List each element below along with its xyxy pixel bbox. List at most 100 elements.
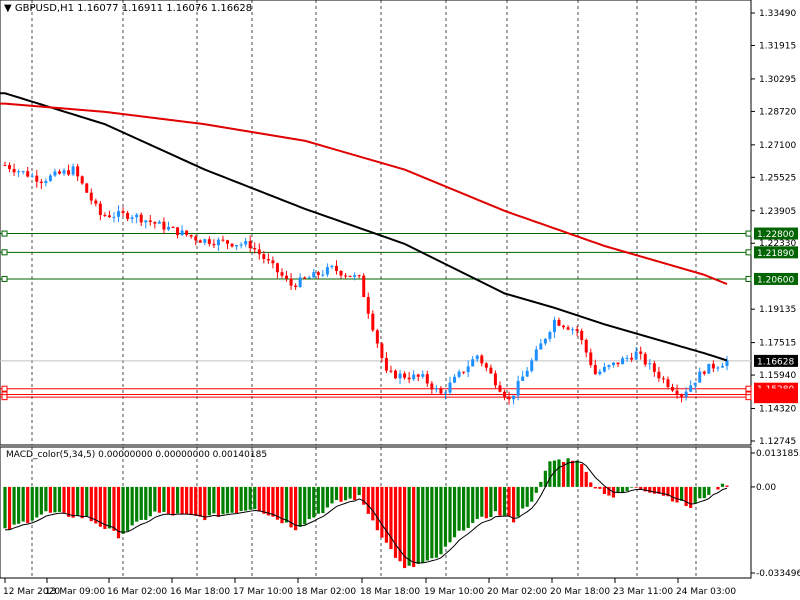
macd-histogram-bar xyxy=(462,486,466,531)
macd-histogram-bar xyxy=(471,486,475,523)
macd-histogram-bar xyxy=(457,486,461,531)
candle-body xyxy=(489,367,493,374)
macd-histogram-bar xyxy=(121,486,125,534)
macd-histogram-bar xyxy=(76,486,80,516)
macd-histogram-bar xyxy=(343,486,348,501)
candle-body xyxy=(8,165,12,170)
macd-histogram-bar xyxy=(684,486,688,507)
macd-histogram-bar xyxy=(475,486,479,519)
macd-histogram-bar xyxy=(39,486,43,515)
candle-body xyxy=(76,166,80,177)
candle-body xyxy=(443,392,447,394)
macd-histogram-bar xyxy=(294,486,298,531)
macd-histogram-bar xyxy=(707,486,711,495)
candle-body xyxy=(117,211,121,217)
macd-histogram-bar xyxy=(639,486,643,490)
candle-body xyxy=(652,363,656,372)
candle-body xyxy=(557,319,561,326)
macd-histogram-bar xyxy=(203,486,207,521)
candle-body xyxy=(157,221,161,224)
candle-body xyxy=(684,391,688,397)
macd-histogram-bar xyxy=(598,486,602,489)
candle-body xyxy=(126,212,130,219)
macd-histogram-bar xyxy=(371,486,375,521)
candle-body xyxy=(94,200,98,204)
candle-body xyxy=(657,371,661,379)
candle-body xyxy=(375,330,379,344)
macd-histogram-bar xyxy=(12,486,16,525)
macd-histogram-bar xyxy=(516,486,520,517)
macd-histogram-bar xyxy=(393,486,398,558)
macd-histogram-bar xyxy=(412,486,416,567)
macd-histogram-bar xyxy=(307,486,311,519)
macd-histogram-bar xyxy=(593,486,597,489)
candle-body xyxy=(135,214,139,218)
collapse-triangle-icon[interactable]: ▼ xyxy=(4,3,12,14)
macd-histogram-bar xyxy=(384,486,389,543)
candle-body xyxy=(312,272,316,278)
macd-histogram-bar xyxy=(530,486,534,502)
candle-body xyxy=(639,351,643,354)
candle-body xyxy=(353,275,357,277)
candle-body xyxy=(539,343,543,350)
line-handle xyxy=(745,249,752,256)
low-value: 1.16076 xyxy=(166,3,208,14)
macd-histogram-bar xyxy=(71,486,75,518)
macd-histogram-bar xyxy=(602,486,606,494)
candle-body xyxy=(425,374,429,384)
price-tick-label: 1.23905 xyxy=(759,207,796,217)
macd-histogram-bar xyxy=(675,486,679,503)
candle-body xyxy=(103,215,107,217)
candle-body xyxy=(166,227,170,230)
candle-body xyxy=(575,329,579,331)
macd-histogram-bar xyxy=(157,486,161,513)
candle-body xyxy=(71,166,75,175)
macd-histogram-bar xyxy=(144,486,148,520)
candle-body xyxy=(589,352,593,366)
macd-histogram-bar xyxy=(298,486,302,527)
macd-histogram-bar xyxy=(484,486,488,519)
candle-body xyxy=(416,374,420,377)
candle-body xyxy=(671,387,675,391)
candle-body xyxy=(176,227,180,236)
candle-body xyxy=(189,234,193,237)
chart-title: ▼ GBPUSD,H1 1.16077 1.16911 1.16076 1.16… xyxy=(4,3,252,14)
macd-histogram-bar xyxy=(180,486,184,515)
candle-body xyxy=(271,260,275,264)
candle-body xyxy=(303,277,307,279)
price-tick-label: 1.31915 xyxy=(759,41,796,51)
macd-histogram-bar xyxy=(135,486,139,522)
candle-body xyxy=(307,277,311,279)
candle-body xyxy=(493,373,497,386)
candle-body xyxy=(121,211,125,213)
candle-body xyxy=(412,374,416,380)
price-tick-label: 1.27100 xyxy=(759,141,796,151)
time-label: 13 Mar 09:00 xyxy=(45,587,105,597)
macd-histogram-bar xyxy=(325,486,330,508)
open-value: 1.16077 xyxy=(77,3,119,14)
macd-histogram-bar xyxy=(148,486,152,517)
macd-histogram-bar xyxy=(107,486,112,529)
macd-histogram-bar xyxy=(534,486,538,493)
candle-body xyxy=(57,171,61,174)
macd-histogram-bar xyxy=(166,486,171,514)
candle-body xyxy=(711,363,715,369)
candle-body xyxy=(502,391,506,398)
price-tick-label: 1.33490 xyxy=(759,9,796,19)
chart-window[interactable]: 1.33490 1.31915 1.30295 1.28720 1.27100 1.255… xyxy=(0,0,800,600)
price-tick-label: 1.17515 xyxy=(759,339,796,349)
macd-histogram-bar xyxy=(194,486,198,516)
macd-histogram-bar xyxy=(425,486,429,561)
macd-histogram-bar xyxy=(53,486,57,513)
chart-canvas[interactable]: 1.33490 1.31915 1.30295 1.28720 1.27100 1.255… xyxy=(0,0,800,600)
candle-body xyxy=(480,355,484,364)
macd-histogram-bar xyxy=(103,486,107,529)
candle-body xyxy=(648,363,652,365)
macd-histogram-bar xyxy=(634,486,638,488)
candle-body xyxy=(298,277,302,287)
candle-body xyxy=(394,370,398,379)
current-price-label: 1.16628 xyxy=(757,357,794,367)
main-pane-border xyxy=(0,0,752,446)
candle-body xyxy=(144,220,148,223)
macd-histogram-bar xyxy=(221,486,225,515)
